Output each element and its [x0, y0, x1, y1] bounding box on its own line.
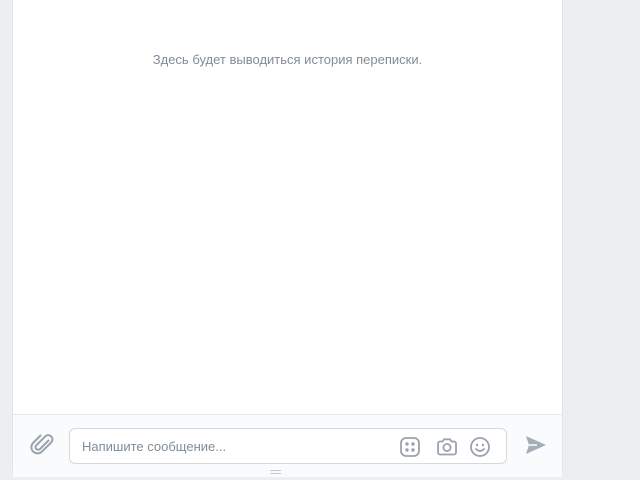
message-input[interactable]	[82, 429, 382, 463]
resize-handle[interactable]	[270, 470, 281, 476]
message-composer	[13, 414, 562, 477]
stickers-button[interactable]	[398, 435, 422, 459]
sticker-grid-icon	[400, 437, 420, 457]
camera-button[interactable]	[435, 435, 459, 459]
smile-icon	[470, 437, 490, 457]
emoji-button[interactable]	[468, 435, 492, 459]
paperclip-icon	[30, 434, 54, 455]
empty-history-text: Здесь будет выводиться история переписки…	[152, 52, 423, 67]
send-arrow-icon	[526, 436, 546, 454]
send-button[interactable]	[523, 432, 549, 458]
camera-icon	[437, 438, 457, 456]
chat-panel: Здесь будет выводиться история переписки…	[12, 0, 563, 477]
message-input-box	[69, 428, 507, 464]
attach-button[interactable]	[29, 431, 57, 459]
